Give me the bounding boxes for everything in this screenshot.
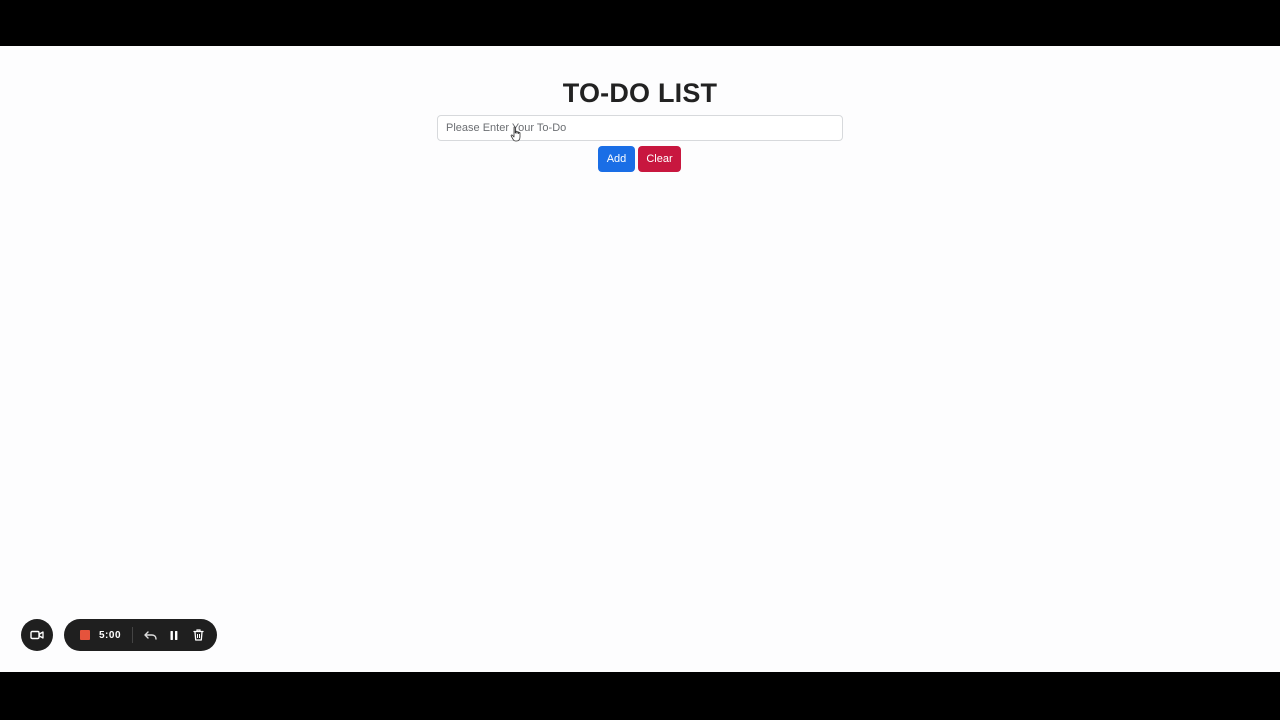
clear-button[interactable]: Clear	[638, 146, 681, 172]
todo-input[interactable]	[437, 115, 843, 141]
undo-icon	[143, 630, 157, 640]
pause-button[interactable]	[167, 628, 181, 642]
recording-controls: 5:00	[64, 619, 217, 651]
recording-timer: 5:00	[99, 629, 122, 641]
undo-button[interactable]	[143, 628, 157, 642]
page-viewport: TO-DO LIST Add Clear 5:00	[0, 46, 1280, 672]
stop-icon[interactable]	[80, 630, 90, 640]
hand-cursor-icon	[510, 126, 521, 142]
add-button[interactable]: Add	[598, 146, 635, 172]
divider	[132, 627, 134, 643]
letterbox-bottom	[0, 672, 1280, 720]
letterbox-top	[0, 0, 1280, 46]
camera-button[interactable]	[21, 619, 53, 651]
video-camera-icon	[30, 630, 44, 640]
page-title: TO-DO LIST	[562, 78, 718, 108]
trash-icon	[192, 629, 204, 641]
pause-icon	[170, 630, 178, 640]
delete-button[interactable]	[191, 628, 205, 642]
